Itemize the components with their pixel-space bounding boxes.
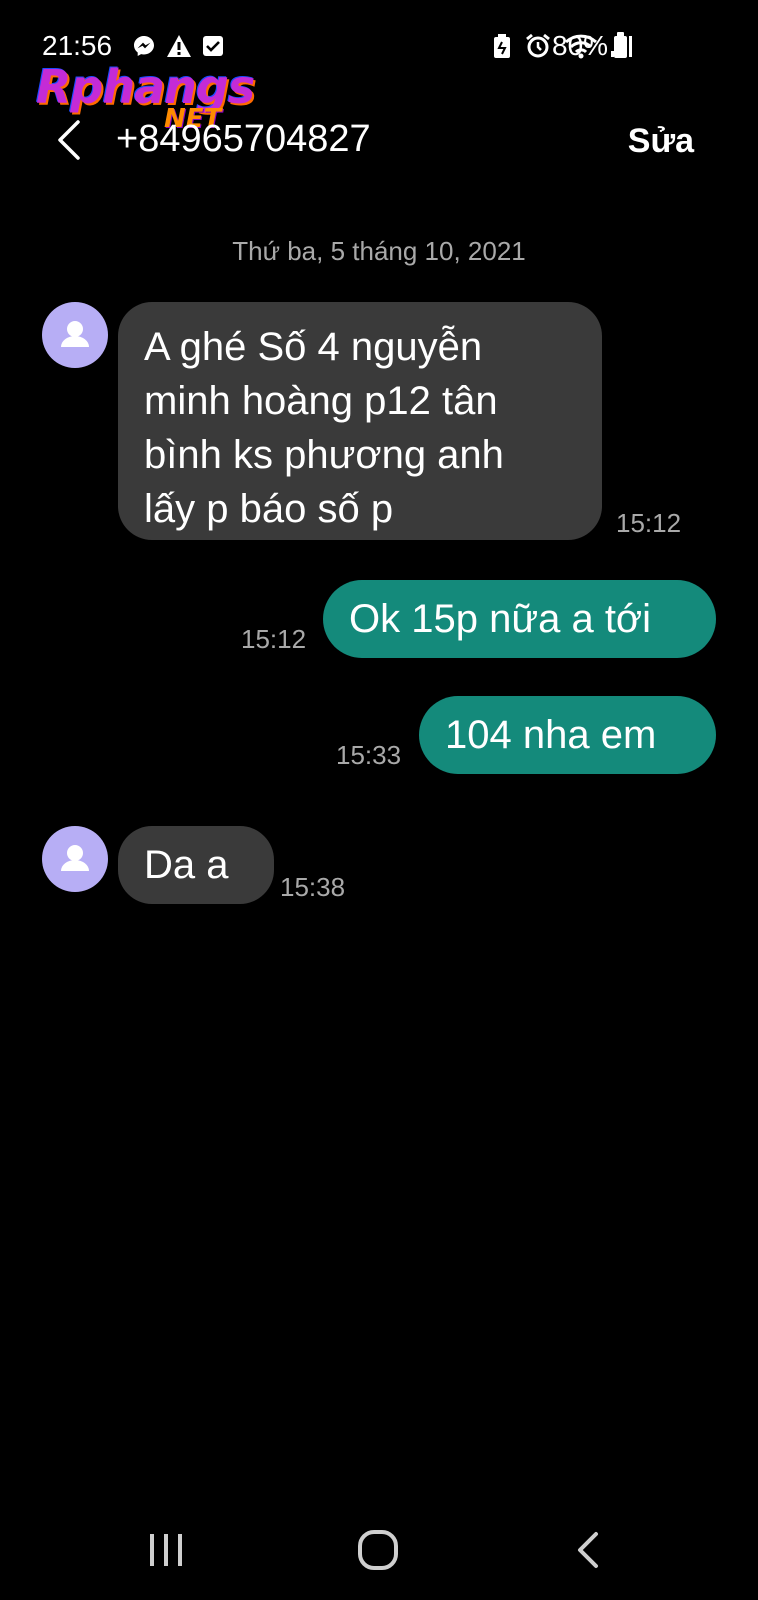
- recent-apps-icon: [150, 1534, 182, 1566]
- home-icon: [358, 1530, 398, 1570]
- message-time: 15:33: [336, 740, 402, 770]
- message-bubble-incoming[interactable]: A ghé Số 4 nguyễn minh hoàng p12 tân bìn…: [118, 302, 602, 540]
- back-nav-button[interactable]: [574, 1530, 604, 1575]
- person-icon: [61, 845, 89, 871]
- battery-icon: [614, 32, 627, 58]
- battery-saver-icon: [492, 33, 512, 64]
- edit-button[interactable]: Sửa: [628, 122, 694, 161]
- alert-icon: [166, 34, 192, 63]
- watermark-main: Rphangs: [36, 60, 255, 114]
- message-bubble-outgoing[interactable]: Ok 15p nữa a tới: [323, 580, 716, 658]
- back-button[interactable]: [50, 118, 90, 162]
- contact-avatar[interactable]: [42, 826, 108, 892]
- message-time: 15:12: [241, 624, 307, 654]
- check-icon: [202, 35, 224, 62]
- chevron-left-icon: [58, 120, 80, 160]
- back-nav-icon: [578, 1532, 598, 1568]
- messenger-icon: [132, 34, 156, 63]
- navigation-bar: [0, 1500, 758, 1600]
- contact-avatar[interactable]: [42, 302, 108, 368]
- message-time: 15:38: [280, 872, 346, 902]
- person-icon: [61, 321, 89, 347]
- message-bubble-incoming[interactable]: Da a: [118, 826, 274, 904]
- battery-percent: 80%: [552, 30, 609, 61]
- contact-title: +84965704827: [116, 118, 371, 160]
- home-button[interactable]: [356, 1528, 400, 1577]
- alarm-icon: [524, 32, 552, 65]
- message-time: 15:12: [616, 508, 682, 538]
- recent-apps-button[interactable]: [146, 1530, 186, 1575]
- message-bubble-outgoing[interactable]: 104 nha em: [419, 696, 716, 774]
- status-time: 21:56: [42, 30, 113, 61]
- notification-icons: [132, 34, 224, 63]
- date-separator: Thứ ba, 5 tháng 10, 2021: [232, 236, 526, 266]
